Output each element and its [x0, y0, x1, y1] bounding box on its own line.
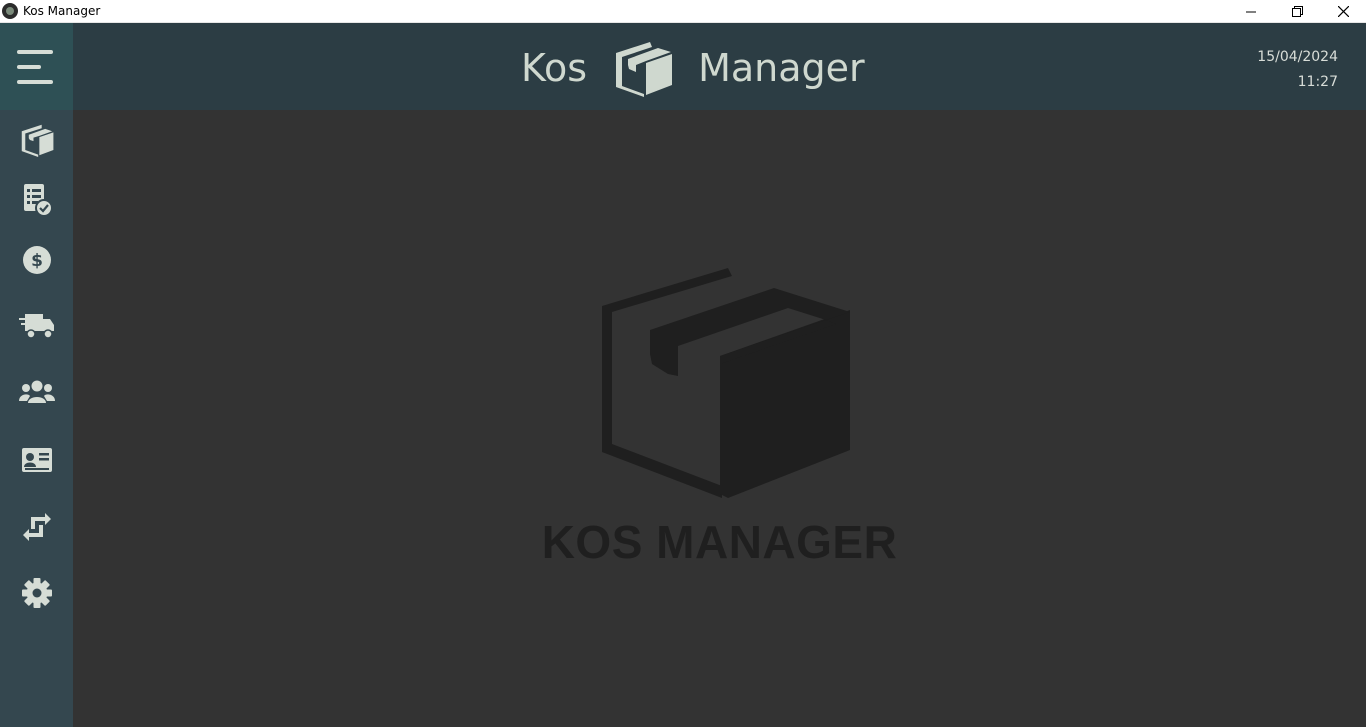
svg-text:$: $ — [31, 251, 43, 271]
hamburger-icon — [16, 49, 53, 84]
time-label: 11:27 — [1297, 74, 1338, 90]
exchange-icon — [22, 513, 51, 541]
sidebar: $ — [0, 23, 73, 727]
app-icon — [2, 3, 18, 19]
brand-text-left: Kos — [521, 46, 588, 90]
box-icon — [21, 124, 53, 157]
sidebar-item-employees[interactable] — [0, 432, 73, 488]
window-titlebar: Kos Manager — [0, 0, 1366, 23]
hamburger-menu-button[interactable] — [0, 23, 73, 110]
sidebar-item-orders[interactable] — [0, 172, 73, 228]
sidebar-item-finance[interactable]: $ — [0, 232, 73, 288]
sidebar-item-delivery[interactable] — [0, 298, 73, 354]
window-title: Kos Manager — [23, 4, 101, 18]
truck-icon — [18, 314, 54, 339]
sidebar-item-settings[interactable] — [0, 565, 73, 621]
brand: Kos Manager — [521, 39, 865, 97]
restore-button[interactable] — [1274, 0, 1320, 23]
checklist-icon — [23, 184, 53, 217]
minimize-icon — [1246, 11, 1256, 12]
box-logo-icon — [616, 42, 673, 97]
datetime: 15/04/2024 11:27 — [1257, 45, 1338, 95]
sidebar-item-clients[interactable] — [0, 364, 73, 420]
close-icon — [1337, 6, 1349, 17]
sidebar-item-products[interactable] — [0, 112, 73, 168]
restore-icon — [1291, 6, 1303, 17]
window-controls — [1228, 0, 1366, 23]
sidebar-item-transfers[interactable] — [0, 498, 73, 554]
date-label: 15/04/2024 — [1257, 49, 1338, 65]
logo-text: KOS MANAGER — [541, 516, 898, 568]
close-button[interactable] — [1320, 0, 1366, 23]
brand-text-right: Manager — [698, 46, 865, 90]
gear-icon — [21, 578, 52, 608]
main-content: KOS MANAGER — [73, 110, 1366, 727]
users-icon — [18, 380, 55, 403]
box-logo-large-icon — [602, 268, 850, 498]
minimize-button[interactable] — [1228, 0, 1274, 23]
dollar-icon: $ — [22, 246, 51, 274]
id-card-icon — [21, 448, 52, 472]
app-header: Kos Manager 15/04/2024 11:27 — [73, 23, 1366, 110]
